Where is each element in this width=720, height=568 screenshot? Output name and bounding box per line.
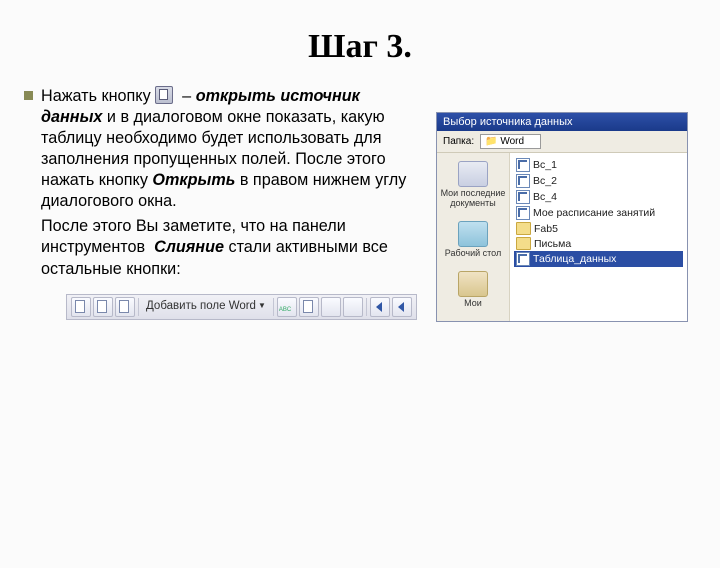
merge-word: Слияние [154, 238, 224, 256]
toolbar-button-doc4-icon[interactable] [299, 297, 319, 317]
doc-icon [516, 174, 530, 188]
toolbar-separator [138, 298, 139, 316]
list-item[interactable]: Мое расписание занятий [514, 205, 683, 221]
dialog-titlebar: Выбор источника данных [437, 113, 687, 131]
toolbar-add-word-field[interactable]: Добавить поле Word▼ [142, 299, 270, 314]
folder-icon [516, 237, 531, 250]
file-list[interactable]: Вс_1 Вс_2 Вс_4 Мое расписание занятий Fa… [510, 153, 687, 321]
toolbar-button-misc1-icon[interactable] [321, 297, 341, 317]
list-item[interactable]: Fab5 [514, 221, 683, 236]
doc-icon [516, 206, 530, 220]
folder-label: Папка: [443, 136, 474, 147]
place-desktop[interactable]: Рабочий стол [437, 217, 509, 267]
folder-dropdown[interactable]: 📁 Word [480, 134, 541, 149]
bullet-square-icon [24, 91, 33, 100]
content-row: Нажать кнопку – открыть источник данных … [0, 86, 720, 322]
doc-icon [516, 252, 530, 266]
doc-icon [516, 158, 530, 172]
list-item[interactable]: Вс_2 [514, 173, 683, 189]
open-word: Открыть [152, 171, 235, 189]
dialog-folder-bar: Папка: 📁 Word [437, 131, 687, 153]
slide-title: Шаг 3. [0, 28, 720, 66]
toolbar-button-abc-icon[interactable]: ABC [277, 297, 297, 317]
folder-icon [516, 222, 531, 235]
toolbar-first-record-icon[interactable] [370, 297, 390, 317]
toolbar-button-doc1-icon[interactable] [71, 297, 91, 317]
bullet-item: Нажать кнопку – открыть источник данных … [24, 86, 424, 280]
toolbar-button-doc3-icon[interactable] [115, 297, 135, 317]
text-column: Нажать кнопку – открыть источник данных … [24, 86, 424, 322]
doc-icon [516, 190, 530, 204]
text-lead: Нажать кнопку [41, 87, 151, 105]
toolbar-button-misc2-icon[interactable] [343, 297, 363, 317]
list-item[interactable]: Вс_4 [514, 189, 683, 205]
place-recent[interactable]: Мои последние документы [437, 157, 509, 217]
place-mydocs[interactable]: Мои [437, 267, 509, 317]
merge-toolbar: Добавить поле Word▼ ABC [66, 294, 417, 320]
toolbar-separator [273, 298, 274, 316]
mydocs-icon [458, 271, 488, 297]
chevron-down-icon: ▼ [258, 301, 266, 311]
dialog-preview: Выбор источника данных Папка: 📁 Word Мои… [436, 112, 688, 322]
toolbar-separator [366, 298, 367, 316]
open-source-button-icon [155, 86, 173, 104]
list-item-selected[interactable]: Таблица_данных [514, 251, 683, 267]
list-item[interactable]: Вс_1 [514, 157, 683, 173]
list-item[interactable]: Письма [514, 236, 683, 251]
desktop-icon [458, 221, 488, 247]
recent-docs-icon [458, 161, 488, 187]
file-dialog: Выбор источника данных Папка: 📁 Word Мои… [436, 112, 688, 322]
toolbar-button-doc2-icon[interactable] [93, 297, 113, 317]
toolbar-prev-record-icon[interactable] [392, 297, 412, 317]
places-bar: Мои последние документы Рабочий стол Мои [437, 153, 510, 321]
